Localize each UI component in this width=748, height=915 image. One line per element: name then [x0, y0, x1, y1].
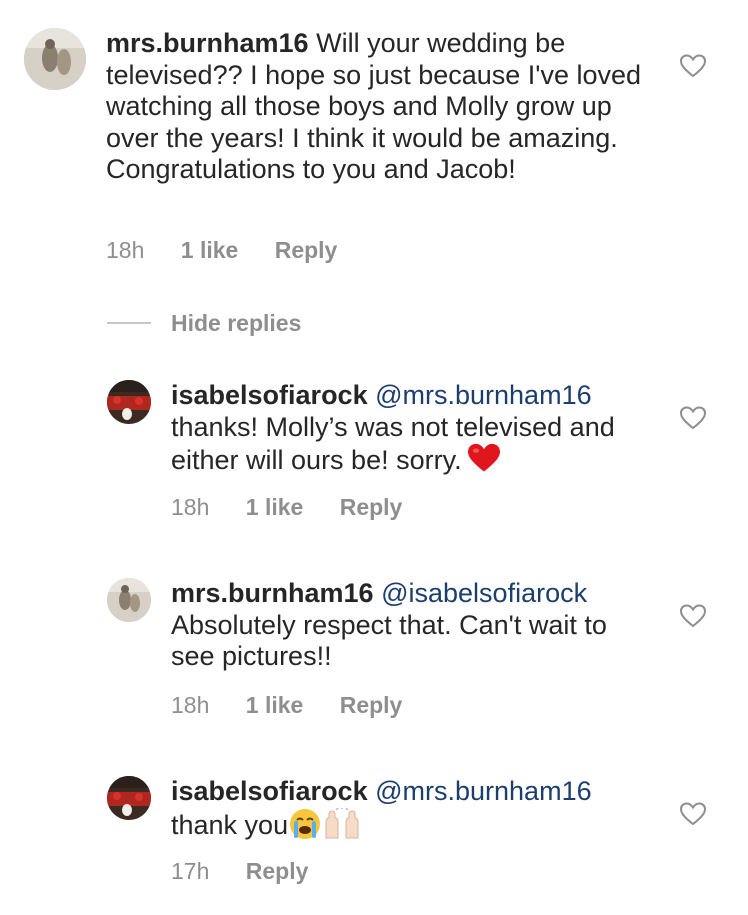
reply-username[interactable]: isabelsofiarock	[171, 776, 368, 806]
hide-replies-label[interactable]: Hide replies	[171, 310, 301, 337]
reply-username[interactable]: mrs.burnham16	[171, 578, 374, 608]
avatar[interactable]	[107, 776, 151, 820]
comment-username[interactable]: mrs.burnham16	[106, 28, 309, 58]
avatar-image	[107, 578, 151, 622]
avatar[interactable]	[24, 28, 86, 90]
avatar-image	[24, 28, 86, 90]
loudly-crying-face-emoji-icon	[290, 808, 321, 839]
like-heart-icon[interactable]	[680, 406, 706, 430]
hide-replies-toggle[interactable]: Hide replies	[107, 306, 301, 340]
reply-likes[interactable]: 1 like	[246, 494, 304, 520]
reply-button[interactable]: Reply	[340, 692, 403, 718]
reply-button[interactable]: Reply	[340, 494, 403, 520]
reply-text: Absolutely respect that. Can't wait to s…	[171, 609, 607, 672]
reply-button[interactable]: Reply	[275, 237, 338, 263]
comment-likes[interactable]: 1 like	[181, 237, 239, 263]
reply-text: thanks! Molly’s was not televised and ei…	[171, 411, 615, 476]
reply-mention[interactable]: @mrs.burnham16	[375, 776, 592, 806]
like-heart-icon[interactable]	[680, 802, 706, 826]
reply-username[interactable]: isabelsofiarock	[171, 380, 368, 410]
reply-time: 18h	[171, 692, 210, 718]
reply-mention[interactable]: @mrs.burnham16	[375, 380, 592, 410]
avatar[interactable]	[107, 578, 151, 622]
avatar-image	[107, 380, 151, 424]
red-heart-emoji-icon	[467, 443, 500, 472]
reply-time: 17h	[171, 858, 210, 884]
raising-hands-emoji-icon	[325, 807, 359, 838]
reply-likes[interactable]: 1 like	[246, 692, 304, 718]
reply-time: 18h	[171, 494, 210, 520]
comment-time: 18h	[106, 237, 145, 263]
reply-button[interactable]: Reply	[246, 858, 309, 884]
reply-mention[interactable]: @isabelsofiarock	[381, 578, 587, 608]
like-heart-icon[interactable]	[680, 54, 706, 78]
like-heart-icon[interactable]	[680, 604, 706, 628]
reply-text: thank you	[171, 809, 289, 840]
divider-line	[107, 322, 151, 324]
avatar[interactable]	[107, 380, 151, 424]
avatar-image	[107, 776, 151, 820]
